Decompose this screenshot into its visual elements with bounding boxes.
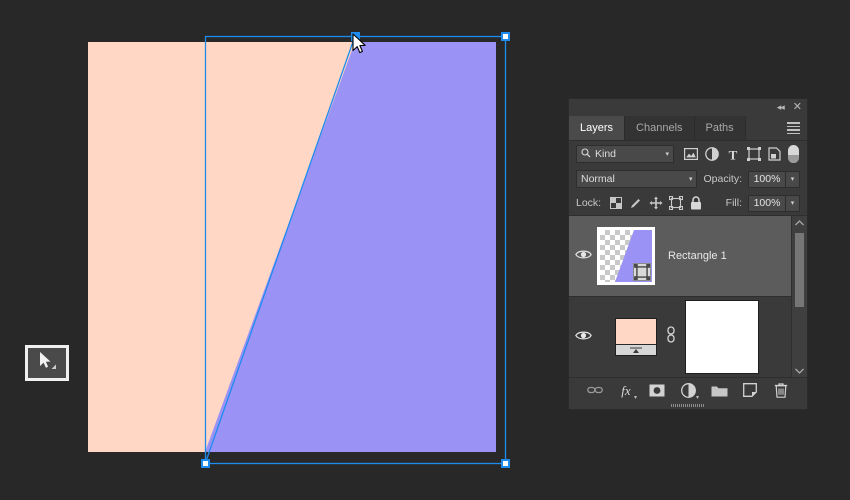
chevron-down-icon: ▾: [665, 151, 669, 158]
layer-thumbnail-cell[interactable]: [597, 227, 655, 285]
svg-text:T: T: [728, 148, 737, 161]
scrollbar-thumb[interactable]: [795, 233, 804, 307]
svg-text:fx: fx: [621, 383, 631, 398]
new-group-icon[interactable]: [710, 381, 728, 399]
bottom-right-handle[interactable]: [501, 459, 510, 468]
blend-mode-value: Normal: [581, 173, 615, 185]
layer-filter-row: Kind ▾ T: [569, 141, 807, 167]
panel-titlebar: ◂◂ ✕: [569, 99, 807, 116]
bottom-left-handle[interactable]: [201, 459, 210, 468]
layer-visibility-toggle[interactable]: [569, 328, 597, 346]
lock-position-icon[interactable]: [647, 195, 664, 212]
top-left-handle[interactable]: [351, 32, 360, 41]
add-layer-mask-icon[interactable]: [648, 381, 666, 399]
magnifier-icon: [581, 147, 591, 161]
opacity-dropdown-caret[interactable]: ▾: [786, 170, 800, 188]
filter-kind-select[interactable]: Kind ▾: [576, 145, 674, 163]
grip-dots-icon: [671, 404, 705, 407]
panel-tab-bar: Layers Channels Paths: [569, 116, 807, 141]
fill-dropdown-caret[interactable]: ▾: [786, 194, 800, 212]
lock-row: Lock: Fill: 100% ▾: [569, 191, 807, 215]
lock-artboard-nesting-icon[interactable]: [667, 195, 684, 212]
filter-shape-icon[interactable]: [743, 144, 764, 164]
chevron-down-icon: ▾: [633, 395, 637, 401]
canvas-vector-shape[interactable]: [88, 42, 496, 452]
layer-visibility-toggle[interactable]: [569, 247, 597, 265]
delete-layer-icon[interactable]: [772, 381, 790, 399]
eye-visibility-icon: [574, 247, 592, 265]
link-chain-icon: [666, 326, 676, 348]
layers-panel: ◂◂ ✕ Layers Channels Paths Kind ▾ T Norm…: [568, 98, 808, 410]
layers-list: Rectangle 1: [569, 215, 807, 377]
top-right-handle[interactable]: [501, 32, 510, 41]
layers-panel-footer: fx ▾ ▾: [569, 377, 807, 402]
cursor-arrow-icon: [34, 350, 60, 377]
lock-all-icon[interactable]: [687, 195, 704, 212]
blend-mode-select[interactable]: Normal ▾: [576, 170, 698, 188]
fill-value-field[interactable]: 100%: [748, 194, 786, 212]
filter-pixel-icon[interactable]: [680, 144, 701, 164]
table-row[interactable]: Rectangle 1: [569, 216, 807, 297]
tab-channels[interactable]: Channels: [625, 116, 695, 140]
scroll-down-arrow-icon[interactable]: [792, 364, 807, 377]
eye-visibility-icon: [574, 328, 592, 346]
filter-smart-object-icon[interactable]: [764, 144, 785, 164]
lock-transparent-pixels-icon[interactable]: [607, 195, 624, 212]
document-canvas[interactable]: [88, 42, 496, 452]
opacity-label: Opacity:: [703, 173, 742, 185]
close-panel-icon[interactable]: ✕: [793, 102, 802, 113]
panel-resize-grip[interactable]: [569, 402, 807, 409]
filter-type-icon[interactable]: T: [722, 144, 743, 164]
new-adjustment-layer-icon[interactable]: ▾: [679, 381, 699, 401]
layer-mask-thumbnail[interactable]: [685, 300, 759, 374]
filter-adjustment-icon[interactable]: [701, 144, 722, 164]
tab-paths[interactable]: Paths: [694, 116, 746, 140]
layer-name-label[interactable]: Rectangle 1: [668, 250, 727, 262]
tab-layers[interactable]: Layers: [569, 116, 626, 140]
new-layer-icon[interactable]: [741, 381, 759, 399]
filter-kind-label: Kind: [595, 148, 617, 160]
layers-scrollbar[interactable]: [791, 216, 807, 377]
vector-mask-badge: [633, 263, 651, 281]
layer-thumbnail[interactable]: [597, 227, 655, 285]
chevron-down-icon: ▾: [688, 176, 693, 183]
lock-label: Lock:: [576, 197, 602, 209]
filter-type-icons: T: [680, 144, 799, 164]
filter-enable-toggle[interactable]: [788, 145, 799, 163]
chevron-down-icon: ▾: [695, 395, 699, 401]
lock-image-pixels-icon[interactable]: [627, 195, 644, 212]
move-tool-button[interactable]: [25, 345, 69, 381]
opacity-value-field[interactable]: 100%: [748, 170, 786, 188]
blend-mode-row: Normal ▾ Opacity: 100% ▾: [569, 167, 807, 191]
lock-icon-group: [607, 195, 704, 212]
scrollbar-track[interactable]: [792, 229, 807, 364]
table-row[interactable]: [569, 297, 807, 377]
layer-thumbnail[interactable]: [615, 318, 657, 356]
scroll-up-arrow-icon[interactable]: [792, 216, 807, 229]
link-layers-icon[interactable]: [586, 381, 604, 399]
gradient-fill-bar: [616, 344, 656, 355]
collapse-panel-icon[interactable]: ◂◂: [777, 103, 785, 112]
fill-label: Fill:: [725, 197, 742, 209]
layer-mask-link-toggle[interactable]: [657, 326, 685, 348]
photoshop-window: ◂◂ ✕ Layers Channels Paths Kind ▾ T Norm…: [0, 0, 850, 500]
layer-style-fx-icon[interactable]: fx ▾: [617, 381, 637, 402]
hamburger-menu-icon[interactable]: [779, 116, 807, 140]
